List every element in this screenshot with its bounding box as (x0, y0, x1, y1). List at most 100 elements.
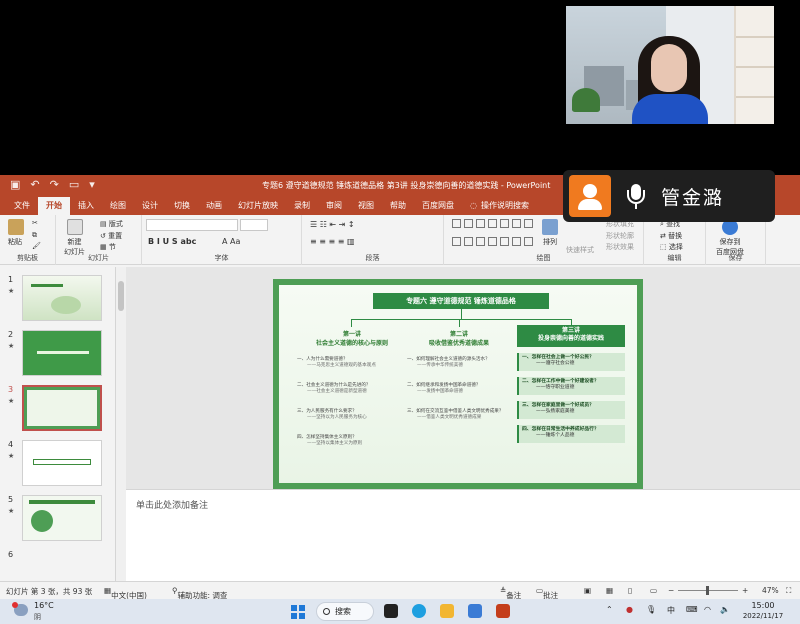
thumb-star-icon: ★ (8, 452, 15, 460)
clock-time[interactable]: 15:00 (738, 601, 788, 610)
shape-outline-button[interactable]: 形状轮廓 (606, 231, 634, 241)
bold-icon[interactable]: B I U S abc (148, 237, 196, 246)
scroll-thumb[interactable] (118, 281, 124, 311)
taskbar-search[interactable]: 搜索 (316, 602, 374, 621)
volume-icon[interactable]: 🔈 (720, 605, 730, 614)
tray-chevron-icon[interactable]: ⌃ (606, 605, 613, 614)
search-icon (323, 608, 330, 615)
clock-date[interactable]: 2022/11/17 (738, 612, 788, 620)
new-slide-icon (66, 219, 83, 235)
slide-thumbnail-2[interactable] (22, 330, 102, 376)
save-to-baidu-button[interactable]: 保存到 百度网盘 (716, 219, 744, 257)
call-participant-overlay: 管金潞 (563, 170, 775, 222)
slides-group: 新建 幻灯片 ▤ 版式 ↺ 重置 ▦ 节 幻灯片 (56, 215, 142, 265)
status-bar: 幻灯片 第 3 张，共 93 张 ▦ 中文(中国) ⚲ 辅助功能: 调查 ≜ 备… (0, 581, 800, 600)
slideshow-view-icon[interactable]: ▭ (650, 586, 657, 595)
section-button[interactable]: ▦ 节 (100, 242, 116, 252)
present-icon[interactable]: ▭ (69, 178, 79, 191)
slide-thumbnail-5[interactable] (22, 495, 102, 541)
notes-pane[interactable]: 单击此处添加备注 (126, 489, 800, 581)
thumb-star-icon: ★ (8, 397, 15, 405)
paste-button[interactable]: 粘贴 (8, 219, 24, 247)
customize-icon[interactable]: ▾ (89, 178, 95, 191)
notes-button[interactable]: ≜ 备注 (500, 586, 521, 600)
copy-icon[interactable]: ⧉ (32, 231, 37, 240)
replace-button[interactable]: ⇄ 替换 (660, 231, 682, 241)
lecture2-header: 第二讲 吸收借鉴优秀道德成果 (428, 331, 489, 347)
tab-slideshow[interactable]: 幻灯片放映 (230, 197, 286, 215)
microphone-icon[interactable] (625, 184, 647, 210)
slide-sorter-icon[interactable]: ▦ (606, 586, 613, 595)
tab-design[interactable]: 设计 (134, 197, 166, 215)
lecture3-item: 一、怎样在社会上做一个好公民？ ——遵守社会公德 (517, 353, 625, 371)
fit-to-window-icon[interactable]: ⛶ (786, 586, 791, 596)
thumb-number: 1 (8, 275, 14, 284)
start-icon[interactable] (291, 605, 305, 619)
tab-help[interactable]: 帮助 (382, 197, 414, 215)
thumb-number: 3 (8, 385, 14, 394)
tab-baidu[interactable]: 百度网盘 (414, 197, 462, 215)
arrange-button[interactable]: 排列 (542, 219, 558, 247)
tab-home[interactable]: 开始 (38, 197, 70, 215)
thumbnails-scrollbar[interactable] (116, 267, 126, 581)
shapes-gallery[interactable] (452, 219, 533, 253)
layout-button[interactable]: ▤ 版式 (100, 219, 123, 229)
tab-animations[interactable]: 动画 (198, 197, 230, 215)
zoom-level[interactable]: 47% (762, 586, 779, 595)
redo-icon[interactable]: ↷ (50, 178, 59, 191)
reading-view-icon[interactable]: ▯ (628, 586, 632, 595)
tab-transitions[interactable]: 切换 (166, 197, 198, 215)
tab-insert[interactable]: 插入 (70, 197, 102, 215)
webcam-preview (566, 6, 774, 124)
slide-thumbnail-1[interactable] (22, 275, 102, 321)
select-button[interactable]: ⬚ 选择 (660, 242, 683, 252)
participant-name: 管金潞 (661, 187, 725, 209)
save-icon[interactable]: ▣ (10, 178, 20, 191)
wifi-icon[interactable]: ◠ (704, 605, 711, 614)
align-icon[interactable]: ≡ ≡ ≡ ≡ ▥ (310, 237, 355, 246)
lecture2-item: 三、如何在交流互鉴中借鉴人类文明优秀成果？ ——借鉴人类文明优秀道德成果 (407, 409, 504, 420)
paragraph-group: ☰ ☷ ⇤ ⇥ ↕ ≡ ≡ ≡ ≡ ▥ 段落 (302, 215, 444, 265)
slide-thumbnail-3[interactable] (22, 385, 102, 431)
language-indicator[interactable]: ▦ 中文(中国) (104, 586, 147, 600)
tab-record[interactable]: 录制 (286, 197, 318, 215)
editing-group: ⌕ 查找 ⇄ 替换 ⬚ 选择 编辑 (644, 215, 706, 265)
arrange-icon (542, 219, 558, 235)
powerpoint-taskbar-icon[interactable] (496, 604, 510, 618)
window-title: 专题6 遵守道德规范 锤炼道德品格 第3讲 投身崇德向善的道德实践 - Powe… (262, 181, 551, 190)
zoom-in-icon[interactable]: + (742, 586, 748, 595)
clipboard-group: 粘贴 ✂ ⧉ 🖌 剪贴板 (0, 215, 56, 265)
comments-button[interactable]: ▭ 批注 (536, 586, 558, 600)
tab-file[interactable]: 文件 (6, 197, 38, 215)
slide-thumbnail-4[interactable] (22, 440, 102, 486)
normal-view-icon[interactable]: ▣ (584, 586, 591, 595)
edge-icon[interactable] (412, 604, 426, 618)
font-size-select[interactable] (240, 219, 268, 231)
bullets-icon[interactable]: ☰ ☷ ⇤ ⇥ ↕ (310, 220, 355, 229)
keyboard-icon[interactable]: ⌨ (686, 605, 698, 614)
current-slide[interactable]: 专题六 遵守道德规范 锤炼道德品格 第一讲 社会主义道德的核心与原则 第二讲 吸收借… (273, 279, 643, 489)
tab-review[interactable]: 审阅 (318, 197, 350, 215)
tab-draw[interactable]: 绘图 (102, 197, 134, 215)
task-view-icon[interactable] (384, 604, 398, 618)
zoom-out-icon[interactable]: − (668, 586, 674, 595)
tray-app-icon[interactable]: ● (626, 605, 633, 614)
undo-icon[interactable]: ↶ (30, 178, 39, 191)
font-family-select[interactable] (146, 219, 238, 231)
new-slide-button[interactable]: 新建 幻灯片 (64, 219, 85, 257)
mic-tray-icon[interactable]: 🎙 (646, 605, 656, 614)
shape-effect-button[interactable]: 形状效果 (606, 242, 634, 252)
format-painter-icon[interactable]: 🖌 (32, 242, 41, 250)
file-explorer-icon[interactable] (440, 604, 454, 618)
cut-icon[interactable]: ✂ (32, 219, 38, 227)
weather-temperature: 16°C (34, 601, 54, 610)
ime-indicator[interactable]: 中 (667, 605, 675, 616)
avatar (569, 175, 611, 217)
reset-button[interactable]: ↺ 重置 (100, 231, 122, 241)
zoom-slider-thumb[interactable] (706, 586, 709, 595)
tab-view[interactable]: 视图 (350, 197, 382, 215)
tell-me-search[interactable]: ◌ 操作说明搜索 (462, 197, 537, 215)
store-icon[interactable] (468, 604, 482, 618)
accessibility-status[interactable]: ⚲ 辅助功能: 调查 (172, 586, 227, 600)
font-color-icon[interactable]: A Aa (222, 237, 240, 246)
